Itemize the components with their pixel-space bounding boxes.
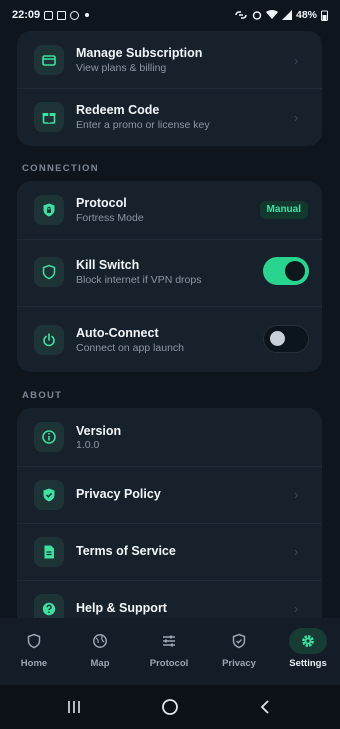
row-title: Kill Switch <box>76 258 140 272</box>
manage-subscription-row[interactable]: Manage Subscription View plans & billing… <box>17 31 322 88</box>
chevron-right-icon: › <box>294 601 299 616</box>
notification-dot-icon <box>85 13 90 17</box>
status-time: 22:09 <box>12 9 41 21</box>
wifi-icon <box>265 10 278 19</box>
shield-lock-icon <box>34 195 64 225</box>
signal-icon <box>281 10 292 20</box>
row-subtitle: View plans & billing <box>76 62 167 74</box>
row-title: Privacy Policy <box>76 487 161 501</box>
chevron-right-icon: › <box>294 110 299 125</box>
recent-apps-icon[interactable] <box>59 695 89 719</box>
shield-check-icon <box>224 628 254 654</box>
row-title: Auto-Connect <box>76 326 159 340</box>
chevron-right-icon: › <box>294 544 299 559</box>
privacy-policy-row[interactable]: Privacy Policy › <box>17 467 322 523</box>
toggle-knob <box>270 331 285 346</box>
power-icon <box>34 325 64 355</box>
nav-item-protocol[interactable]: Protocol <box>135 618 203 685</box>
row-title: Help & Support <box>76 601 167 615</box>
bottom-navigation: Home Map Protocol Privacy Settings <box>0 618 340 685</box>
nav-item-map[interactable]: Map <box>66 618 134 685</box>
section-label-connection: CONNECTION <box>22 163 99 174</box>
toggle-knob <box>285 261 305 281</box>
row-subtitle: Block internet if VPN drops <box>76 274 202 286</box>
row-title: Terms of Service <box>76 544 176 558</box>
row-title: Redeem Code <box>76 103 160 117</box>
battery-text: 48% <box>295 9 317 21</box>
card-icon <box>34 45 64 75</box>
row-subtitle: Fortress Mode <box>76 212 144 224</box>
chevron-right-icon: › <box>294 53 299 68</box>
gallery-icon <box>44 10 54 20</box>
nav-item-home[interactable]: Home <box>0 618 68 685</box>
shield-check-icon <box>34 480 64 510</box>
account-card: Manage Subscription View plans & billing… <box>17 31 322 146</box>
redeem-code-row[interactable]: Redeem Code Enter a promo or license key… <box>17 89 322 146</box>
nav-item-privacy[interactable]: Privacy <box>205 618 273 685</box>
nav-label: Settings <box>289 658 327 669</box>
whatsapp-icon <box>70 10 80 20</box>
gear-icon <box>289 628 327 654</box>
auto-connect-toggle[interactable] <box>263 325 309 353</box>
chevron-right-icon: › <box>294 487 299 502</box>
terms-of-service-row[interactable]: Terms of Service › <box>17 524 322 580</box>
row-title: Version <box>76 424 122 438</box>
home-button-icon[interactable] <box>155 695 185 719</box>
nav-label: Home <box>20 658 48 669</box>
status-bar: 22:09 48% <box>0 0 340 30</box>
nav-label: Map <box>90 658 110 669</box>
row-subtitle: Enter a promo or license key <box>76 119 210 131</box>
nav-label: Protocol <box>149 658 189 669</box>
alarm-icon <box>252 11 262 20</box>
nav-item-settings[interactable]: Settings <box>274 618 340 685</box>
kill-switch-row: Kill Switch Block internet if VPN drops <box>17 240 322 306</box>
gift-icon <box>34 102 64 132</box>
back-icon[interactable] <box>250 695 280 719</box>
section-label-about: ABOUT <box>22 390 63 401</box>
globe-icon <box>85 628 115 654</box>
row-title: Manage Subscription <box>76 46 203 60</box>
kill-switch-toggle[interactable] <box>263 257 309 285</box>
connection-card: Protocol Fortress Mode Manual Kill Switc… <box>17 181 322 372</box>
shield-home-icon <box>19 628 49 654</box>
version-row: Version 1.0.0 <box>17 408 322 466</box>
mail-icon <box>57 10 67 20</box>
system-navigation-bar <box>0 685 340 729</box>
about-card: Version 1.0.0 Privacy Policy › Terms of … <box>17 408 322 630</box>
protocol-mode-badge: Manual <box>259 201 308 219</box>
document-icon <box>34 537 64 567</box>
auto-connect-row: Auto-Connect Connect on app launch <box>17 307 322 372</box>
battery-icon <box>321 10 328 21</box>
nav-label: Privacy <box>222 658 256 669</box>
row-subtitle: Connect on app launch <box>76 342 184 354</box>
sliders-icon <box>154 628 184 654</box>
shield-icon <box>34 257 64 287</box>
version-value: 1.0.0 <box>76 439 100 451</box>
protocol-row[interactable]: Protocol Fortress Mode Manual <box>17 181 322 239</box>
info-icon <box>34 422 64 452</box>
row-title: Protocol <box>76 196 127 210</box>
link-icon <box>235 11 247 19</box>
